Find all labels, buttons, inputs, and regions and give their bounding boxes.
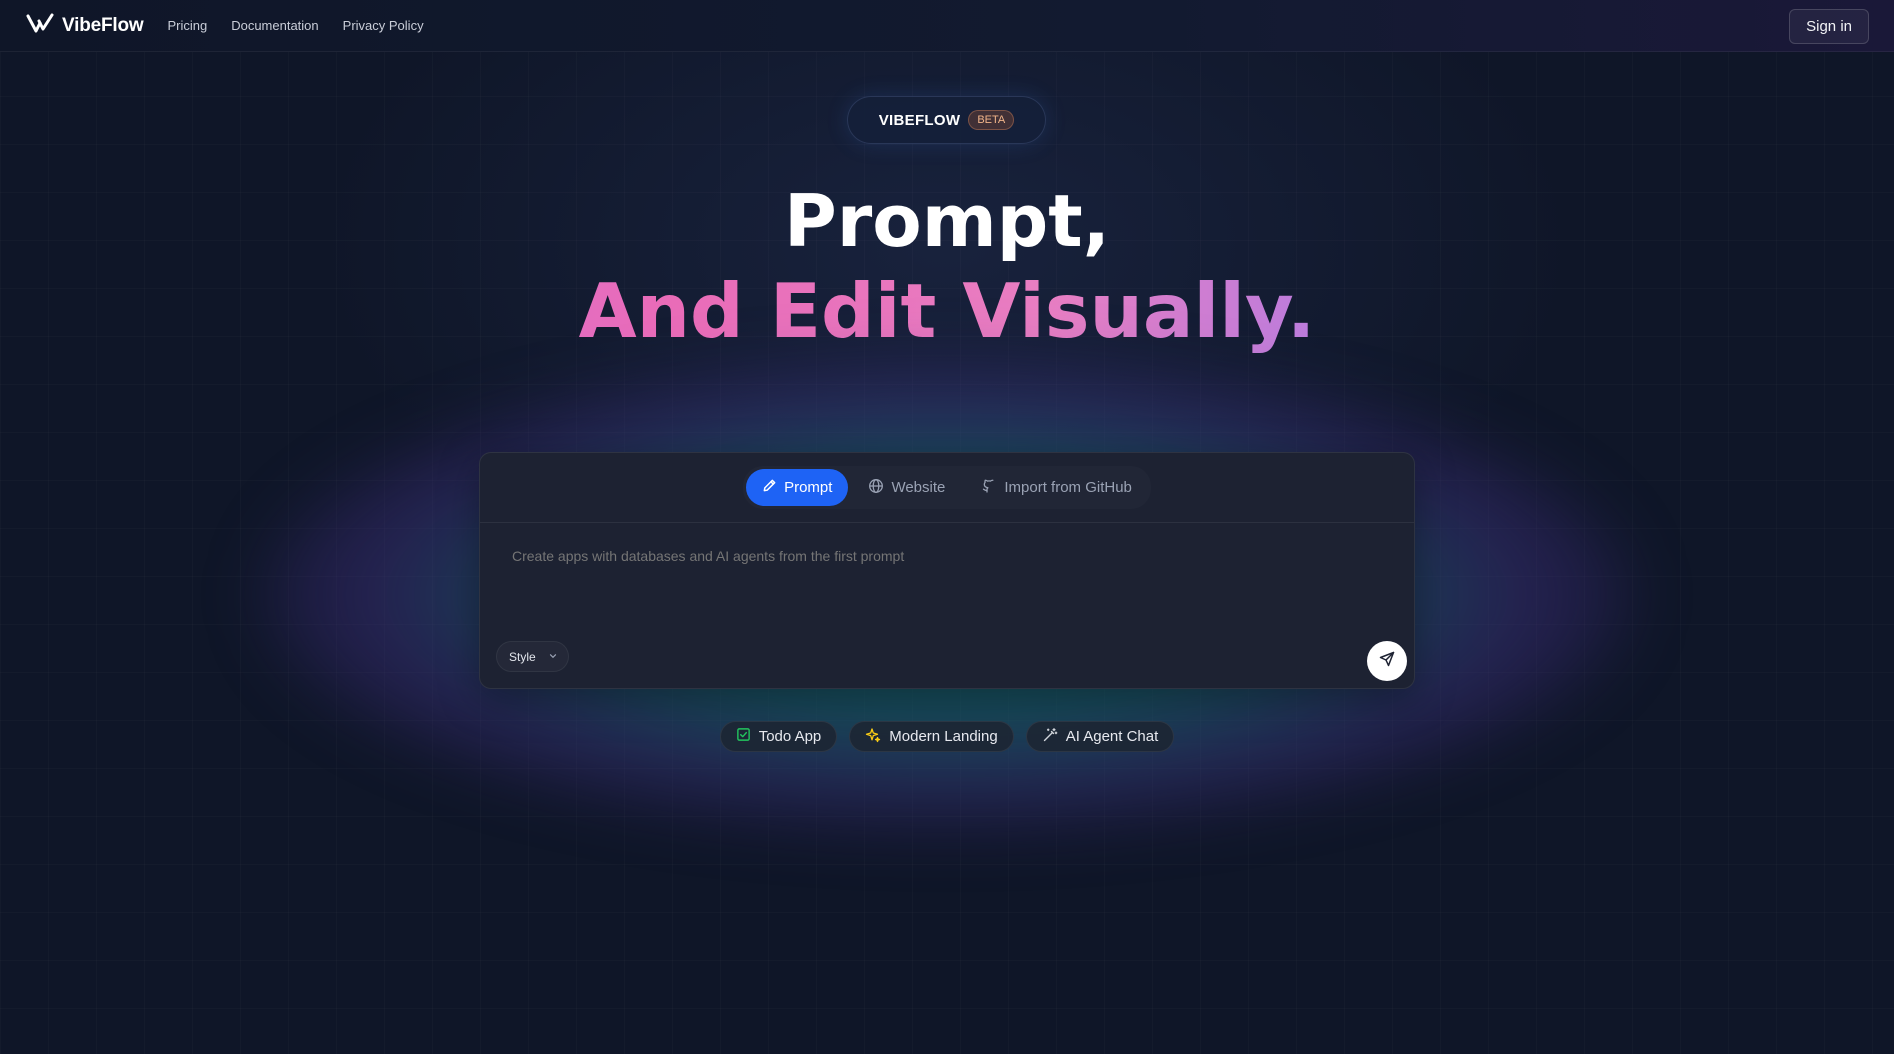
nav-documentation[interactable]: Documentation [231,18,318,33]
suggestion-label: Modern Landing [889,728,998,745]
suggestion-todo-app[interactable]: Todo App [719,721,838,752]
top-nav: VibeFlow Pricing Documentation Privacy P… [0,0,1894,52]
beta-tag: BETA [968,110,1015,130]
tab-import-github-label: Import from GitHub [1004,479,1132,496]
tab-website[interactable]: Website [852,469,961,506]
suggestion-chips: Todo App Modern Landing AI Agent Chat [0,721,1894,752]
brand-name: VibeFlow [62,14,144,36]
brand[interactable]: VibeFlow [26,12,144,39]
sparkles-icon [865,727,881,747]
tab-prompt-label: Prompt [784,479,833,496]
tab-prompt[interactable]: Prompt [746,469,849,506]
style-dropdown[interactable]: Style [496,641,569,672]
github-icon [981,478,997,498]
pencil-icon [762,478,777,497]
suggestion-label: AI Agent Chat [1065,728,1159,745]
suggestion-modern-landing[interactable]: Modern Landing [849,721,1014,752]
magic-wand-icon [1042,727,1058,747]
chevron-down-icon [548,650,558,664]
sign-in-button[interactable]: Sign in [1789,9,1869,44]
vibeflow-logo-icon [26,12,56,39]
send-icon [1378,650,1396,673]
badge-name: VIBEFLOW [878,111,961,129]
nav-privacy-policy[interactable]: Privacy Policy [343,18,424,33]
checkbox-icon [736,727,751,746]
style-label: Style [509,649,536,664]
nav-links: Pricing Documentation Privacy Policy [167,18,423,33]
send-button[interactable] [1367,641,1407,681]
mode-tabs: Prompt Website Import from GitHub [743,466,1151,509]
suggestion-label: Todo App [758,728,822,745]
prompt-composer: Prompt Website Import from GitHub Create… [479,452,1415,689]
headline-line-1: Prompt, [783,179,1111,263]
mode-tabs-row: Prompt Website Import from GitHub [480,453,1414,523]
tab-import-github[interactable]: Import from GitHub [965,469,1148,506]
headline-line-2: And Edit Visually. [0,266,1894,356]
tab-website-label: Website [891,479,946,496]
prompt-input[interactable] [512,548,1372,564]
globe-icon [868,478,884,498]
page: VibeFlow Pricing Documentation Privacy P… [0,0,1894,1054]
beta-badge: VIBEFLOW BETA [847,96,1046,144]
nav-pricing[interactable]: Pricing [167,18,207,33]
suggestion-ai-agent-chat[interactable]: AI Agent Chat [1025,721,1175,752]
